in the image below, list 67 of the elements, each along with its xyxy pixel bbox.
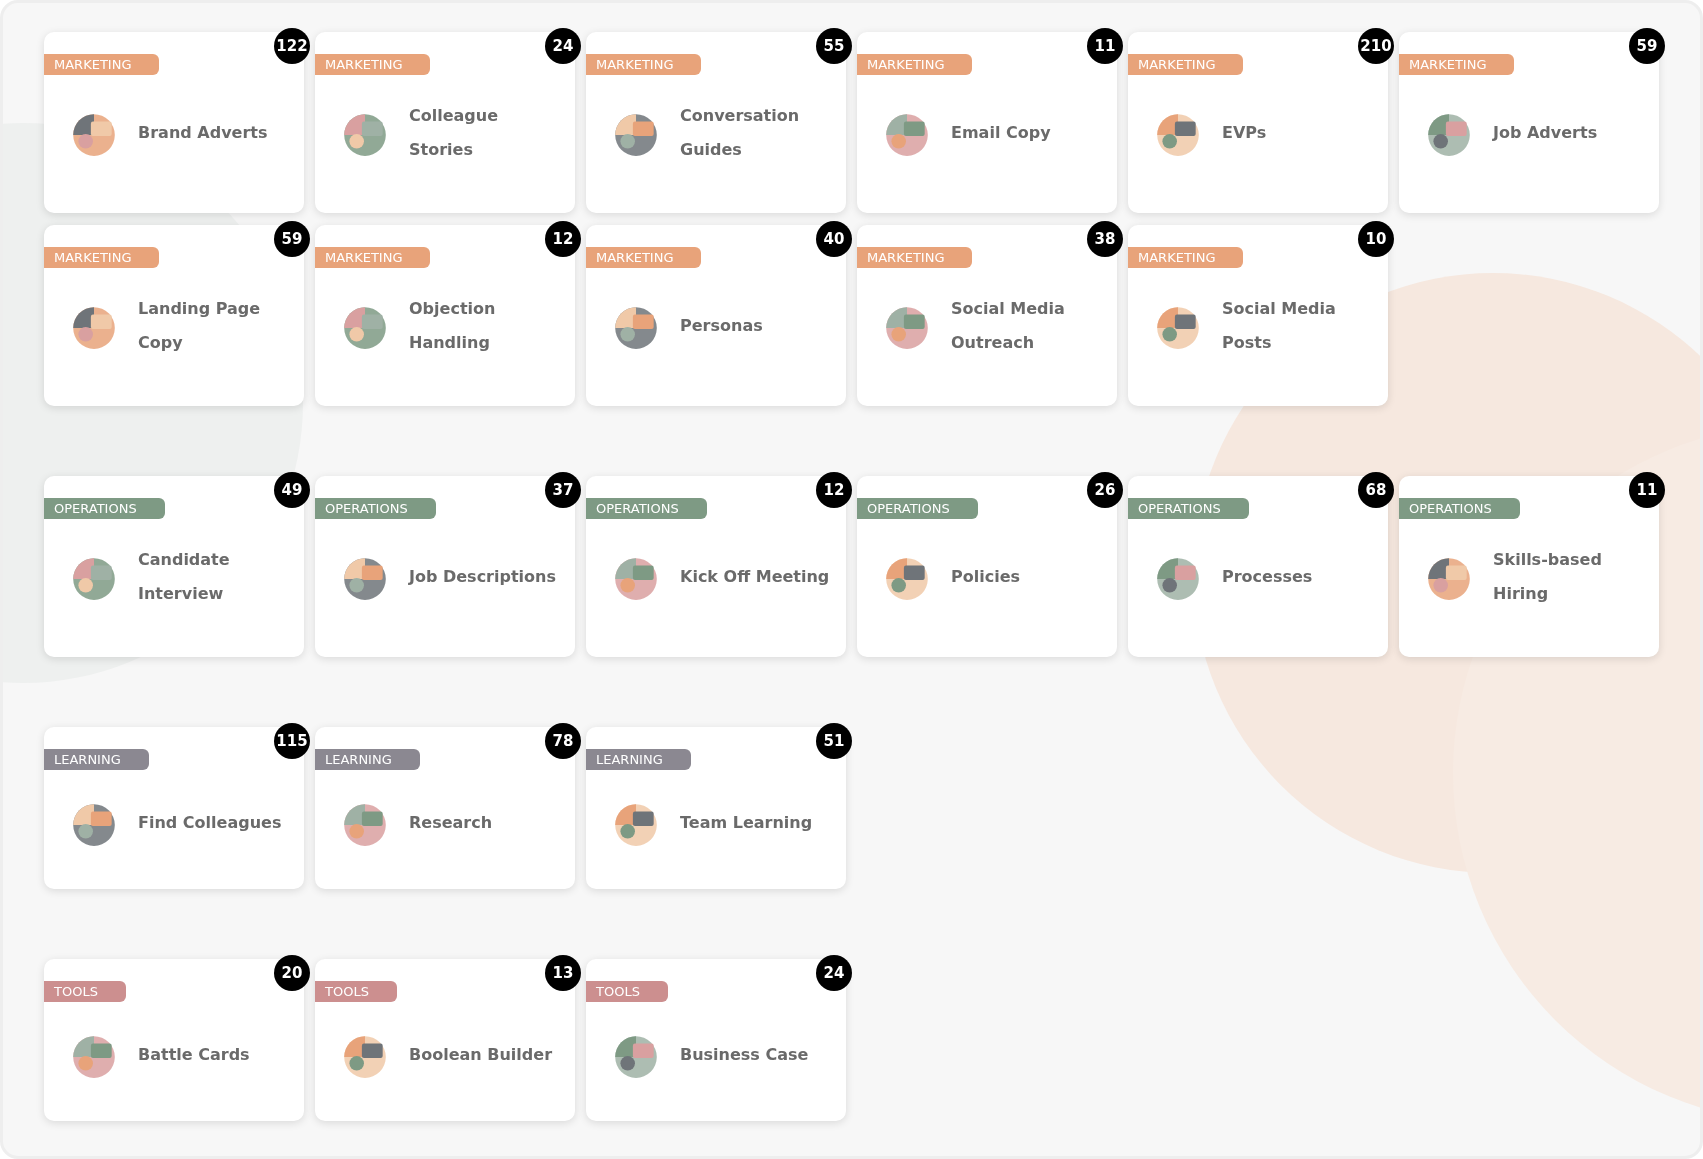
category-tag: OPERATIONS bbox=[44, 498, 165, 519]
card-title: Policies bbox=[951, 565, 1021, 588]
category-tag: MARKETING bbox=[315, 54, 431, 75]
category-tag: LEARNING bbox=[44, 749, 149, 770]
category-tag: MARKETING bbox=[857, 54, 973, 75]
count-badge: 10 bbox=[1358, 221, 1394, 257]
card-title: Social Media Outreach bbox=[951, 297, 1066, 354]
card-title: Job Adverts bbox=[1493, 121, 1598, 144]
count-badge: 115 bbox=[274, 723, 310, 759]
card-title: Brand Adverts bbox=[138, 121, 268, 144]
category-tag: MARKETING bbox=[315, 247, 431, 268]
category-tag: OPERATIONS bbox=[1128, 498, 1249, 519]
category-tag: LEARNING bbox=[315, 749, 420, 770]
card-title: Conversation Guides bbox=[680, 104, 801, 161]
count-badge: 55 bbox=[816, 28, 852, 64]
count-badge: 24 bbox=[816, 955, 852, 991]
card-title: Social Media Posts bbox=[1222, 297, 1337, 354]
card-title: EVPs bbox=[1222, 121, 1267, 144]
category-tag: OPERATIONS bbox=[315, 498, 436, 519]
count-badge: 12 bbox=[545, 221, 581, 257]
count-badge: 24 bbox=[545, 28, 581, 64]
category-tag: TOOLS bbox=[44, 981, 126, 1002]
count-badge: 51 bbox=[816, 723, 852, 759]
count-badge: 40 bbox=[816, 221, 852, 257]
count-badge: 26 bbox=[1087, 472, 1123, 508]
count-badge: 11 bbox=[1087, 28, 1123, 64]
count-badge: 49 bbox=[274, 472, 310, 508]
count-badge: 37 bbox=[545, 472, 581, 508]
category-tag: MARKETING bbox=[1399, 54, 1515, 75]
card-title: Skills-based Hiring bbox=[1493, 548, 1603, 605]
count-badge: 13 bbox=[545, 955, 581, 991]
category-tag: MARKETING bbox=[1128, 247, 1244, 268]
card-title: Research bbox=[409, 812, 493, 834]
count-badge: 59 bbox=[274, 221, 310, 257]
count-badge: 59 bbox=[1629, 28, 1665, 64]
card-title: Landing Page Copy bbox=[138, 297, 262, 354]
category-tag: TOOLS bbox=[586, 981, 668, 1002]
category-tag: LEARNING bbox=[586, 749, 691, 770]
card-title: Candidate Interview bbox=[138, 548, 231, 605]
card-title: Business Case bbox=[680, 1044, 809, 1066]
category-tag: OPERATIONS bbox=[857, 498, 978, 519]
card-title: Job Descriptions bbox=[409, 565, 556, 588]
count-badge: 20 bbox=[274, 955, 310, 991]
count-badge: 210 bbox=[1358, 28, 1394, 64]
count-badge: 122 bbox=[274, 28, 310, 64]
card-title: Team Learning bbox=[680, 812, 813, 834]
category-tag: MARKETING bbox=[1128, 54, 1244, 75]
category-tag: TOOLS bbox=[315, 981, 397, 1002]
count-badge: 78 bbox=[545, 723, 581, 759]
category-tag: OPERATIONS bbox=[1399, 498, 1520, 519]
category-tag: MARKETING bbox=[44, 54, 160, 75]
card-title: Find Colleagues bbox=[138, 812, 282, 834]
category-tag: MARKETING bbox=[586, 54, 702, 75]
card-title: Email Copy bbox=[951, 121, 1051, 144]
category-tag: OPERATIONS bbox=[586, 498, 707, 519]
category-tag: MARKETING bbox=[586, 247, 702, 268]
card-title: Colleague Stories bbox=[409, 104, 500, 161]
category-tag: MARKETING bbox=[44, 247, 160, 268]
card-title: Kick Off Meeting bbox=[680, 565, 830, 588]
card-title: Battle Cards bbox=[138, 1044, 250, 1066]
card-title: Boolean Builder bbox=[409, 1044, 553, 1066]
card-title: Objection Handling bbox=[409, 297, 497, 354]
card-title: Personas bbox=[680, 314, 763, 337]
count-badge: 12 bbox=[816, 472, 852, 508]
card-title: Processes bbox=[1222, 565, 1313, 588]
category-tag: MARKETING bbox=[857, 247, 973, 268]
count-badge: 38 bbox=[1087, 221, 1123, 257]
